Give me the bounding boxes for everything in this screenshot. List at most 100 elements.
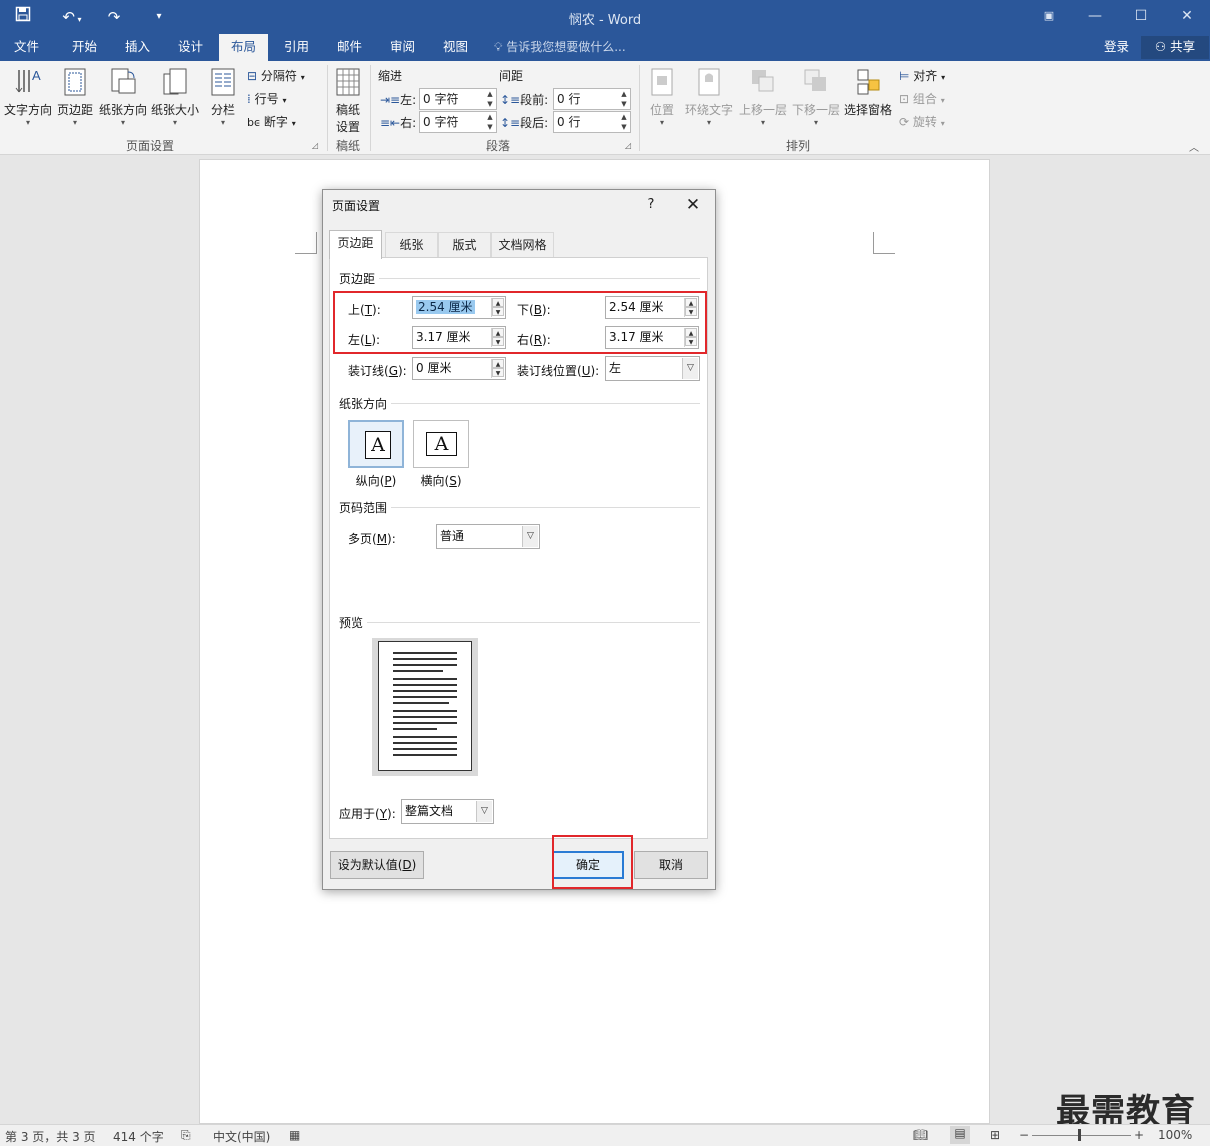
- tab-paper[interactable]: 纸张: [385, 232, 438, 258]
- redo-icon[interactable]: ↷: [101, 6, 127, 28]
- maximize-icon[interactable]: ☐: [1118, 5, 1164, 29]
- read-mode-icon[interactable]: 📖︎: [913, 1128, 928, 1142]
- tab-layout[interactable]: 布局: [219, 34, 269, 61]
- undo-icon[interactable]: ↶ ▾: [54, 6, 90, 28]
- help-icon[interactable]: ?: [641, 194, 661, 216]
- spinner-icon[interactable]: ▲ ▼: [491, 298, 504, 317]
- size-label: 纸张大小: [150, 103, 199, 117]
- wrap-text-button[interactable]: 环绕文字 ▾: [683, 66, 735, 127]
- page-setup-dialog: 页面设置 ? ✕ 页边距 纸张 版式 文档网格 页边距 上(T): 2.54 厘…: [322, 189, 716, 890]
- zoom-in-icon[interactable]: +: [1134, 1128, 1144, 1142]
- zoom-out-icon[interactable]: −: [1019, 1128, 1029, 1142]
- word-count[interactable]: 414 个字: [113, 1128, 164, 1145]
- bring-forward-button[interactable]: 上移一层 ▾: [737, 66, 789, 127]
- collapse-ribbon-icon[interactable]: ︿: [1189, 139, 1199, 154]
- size-button[interactable]: 纸张大小 ▾: [150, 66, 200, 127]
- bottom-margin-input[interactable]: 2.54 厘米 ▲ ▼: [605, 296, 699, 319]
- group-separator: [327, 65, 328, 151]
- tab-margins[interactable]: 页边距: [329, 230, 382, 259]
- left-margin-input[interactable]: 3.17 厘米 ▲ ▼: [412, 326, 506, 349]
- language[interactable]: 中文(中国): [213, 1128, 270, 1145]
- person-icon: ⚇: [1154, 39, 1167, 54]
- close-icon[interactable]: ✕: [1164, 5, 1210, 29]
- tab-references[interactable]: 引用: [272, 34, 321, 61]
- multiple-pages-select[interactable]: 普通 ▽: [436, 524, 540, 549]
- page-info[interactable]: 第 3 页，共 3 页: [5, 1128, 96, 1145]
- indent-left-input[interactable]: 0 字符 ▲ ▼: [419, 88, 497, 110]
- minimize-icon[interactable]: —: [1072, 5, 1118, 29]
- web-layout-icon[interactable]: ⊞: [990, 1128, 1000, 1142]
- tab-design[interactable]: 设计: [166, 34, 215, 61]
- page-setup-launcher-icon[interactable]: ◿: [312, 141, 318, 150]
- align-button[interactable]: ⊨ 对齐 ▾: [899, 67, 945, 84]
- tell-me-box[interactable]: 💡︎ 告诉我您想要做什么...: [494, 34, 626, 61]
- zoom-slider[interactable]: [1032, 1135, 1131, 1136]
- chevron-down-icon[interactable]: ▽: [522, 526, 538, 547]
- spinner-icon[interactable]: ▲ ▼: [491, 328, 504, 347]
- print-layout-icon[interactable]: ▤: [950, 1126, 970, 1144]
- macro-icon[interactable]: ▦: [289, 1128, 300, 1142]
- line-numbers-button[interactable]: ⁞ 行号 ▾: [247, 90, 287, 107]
- gutter-position-select[interactable]: 左 ▽: [605, 356, 700, 381]
- spinner-icon[interactable]: ▲ ▼: [484, 112, 496, 132]
- zoom-level[interactable]: 100%: [1158, 1128, 1192, 1142]
- tell-me-text: 告诉我您想要做什么...: [506, 40, 626, 54]
- tab-home[interactable]: 开始: [60, 34, 109, 61]
- spinner-icon[interactable]: ▲ ▼: [491, 359, 504, 378]
- chevron-down-icon[interactable]: ▽: [682, 358, 698, 379]
- zoom-slider-thumb[interactable]: [1078, 1129, 1081, 1141]
- login-link[interactable]: 登录: [1104, 34, 1129, 60]
- proofing-icon[interactable]: ⎘: [181, 1128, 191, 1143]
- ok-button[interactable]: 确定: [552, 851, 624, 879]
- share-button[interactable]: ⚇ 共享: [1141, 36, 1209, 59]
- spinner-icon[interactable]: ▲ ▼: [684, 328, 697, 347]
- margins-button[interactable]: 页边距 ▾: [55, 66, 95, 127]
- set-default-button[interactable]: 设为默认值(D): [330, 851, 424, 879]
- spacing-before-input[interactable]: 0 行 ▲ ▼: [553, 88, 631, 110]
- paragraph-launcher-icon[interactable]: ◿: [625, 141, 631, 150]
- spacing-after-input[interactable]: 0 行 ▲ ▼: [553, 111, 631, 133]
- group-button[interactable]: ⊡ 组合 ▾: [899, 90, 945, 107]
- apply-to-select[interactable]: 整篇文档 ▽: [401, 799, 494, 824]
- spinner-icon[interactable]: ▲ ▼: [684, 298, 697, 317]
- send-backward-icon: [804, 69, 826, 91]
- spinner-icon[interactable]: ▲ ▼: [618, 112, 630, 132]
- tab-doc-grid[interactable]: 文档网格: [491, 232, 554, 258]
- indent-right-input[interactable]: 0 字符 ▲ ▼: [419, 111, 497, 133]
- manuscript-button[interactable]: 稿纸 设置: [333, 66, 363, 135]
- gutter-label: 装订线(G):: [348, 364, 407, 378]
- columns-button[interactable]: 分栏 ▾: [205, 66, 241, 127]
- top-margin-input[interactable]: 2.54 厘米 ▲ ▼: [412, 296, 506, 319]
- chevron-down-icon[interactable]: ▽: [476, 801, 492, 822]
- customize-icon[interactable]: ▾: [146, 6, 172, 28]
- orientation-button[interactable]: 纸张方向 ▾: [98, 66, 148, 127]
- restore-ribbon-icon[interactable]: ▣: [1026, 5, 1072, 29]
- close-icon[interactable]: ✕: [678, 192, 708, 218]
- divider: [391, 507, 700, 508]
- rotate-button[interactable]: ⟳ 旋转 ▾: [899, 113, 945, 130]
- indent-heading: 缩进: [378, 69, 403, 83]
- portrait-option[interactable]: A: [348, 420, 404, 468]
- columns-icon: [211, 68, 235, 96]
- manuscript-icon: [336, 68, 360, 96]
- tab-layout[interactable]: 版式: [438, 232, 491, 258]
- tab-file[interactable]: 文件: [2, 34, 51, 61]
- position-button[interactable]: 位置 ▾: [645, 66, 679, 127]
- tab-mailings[interactable]: 邮件: [325, 34, 374, 61]
- spinner-icon[interactable]: ▲ ▼: [618, 89, 630, 109]
- hyphenation-button[interactable]: bc̵ 断字 ▾: [247, 113, 296, 130]
- gutter-input[interactable]: 0 厘米 ▲ ▼: [412, 357, 506, 380]
- send-backward-button[interactable]: 下移一层 ▾: [790, 66, 842, 127]
- right-margin-input[interactable]: 3.17 厘米 ▲ ▼: [605, 326, 699, 349]
- tab-review[interactable]: 审阅: [378, 34, 427, 61]
- text-direction-button[interactable]: A 文字方向 ▾: [3, 66, 53, 127]
- spacing-before-icon: ↕≡: [500, 93, 521, 107]
- tab-view[interactable]: 视图: [431, 34, 480, 61]
- spinner-icon[interactable]: ▲ ▼: [484, 89, 496, 109]
- breaks-button[interactable]: ⊟ 分隔符 ▾: [247, 67, 305, 84]
- landscape-option[interactable]: A: [413, 420, 469, 468]
- save-icon[interactable]: [10, 6, 36, 28]
- selection-pane-button[interactable]: 选择窗格: [842, 66, 894, 118]
- tab-insert[interactable]: 插入: [113, 34, 162, 61]
- cancel-button[interactable]: 取消: [634, 851, 708, 879]
